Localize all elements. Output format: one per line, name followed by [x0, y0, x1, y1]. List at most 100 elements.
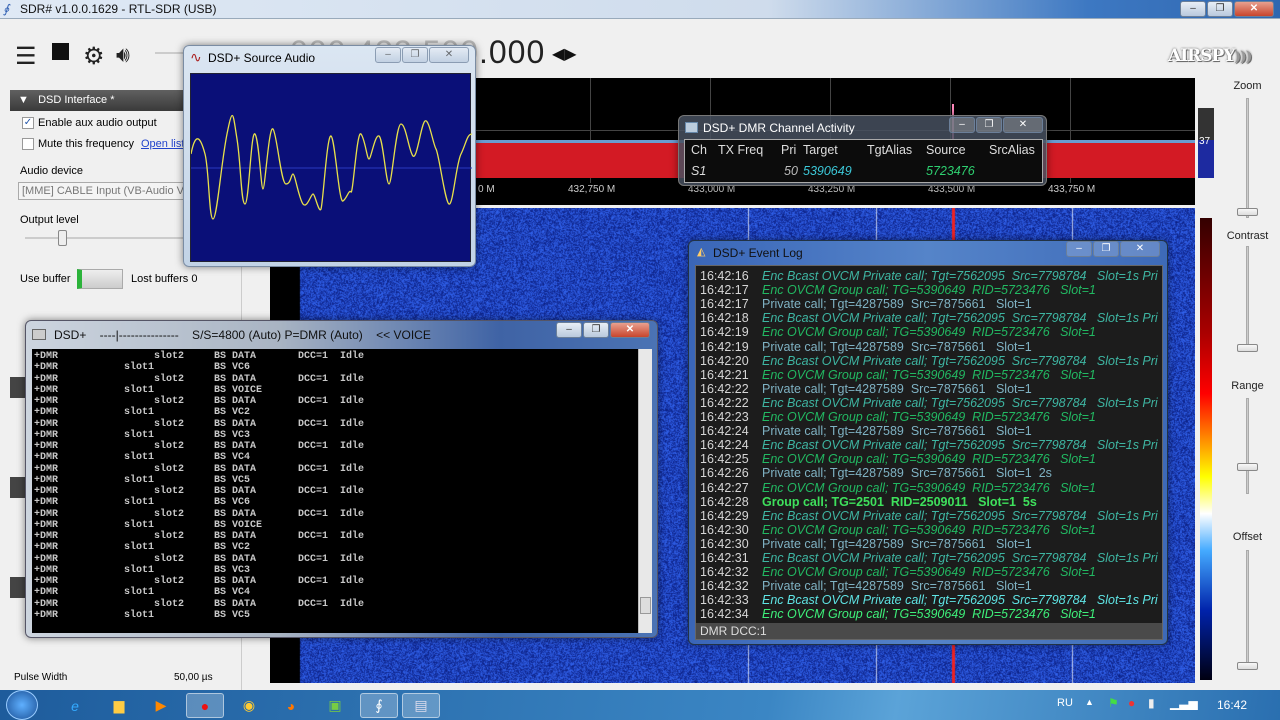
event-time: 16:42:30: [700, 537, 762, 551]
event-message: Enc Bcast OVCM Private call; Tgt=7562095…: [762, 593, 1158, 607]
event-log-row: 16:42:32 Enc OVCM Group call; TG=5390649 …: [700, 565, 1096, 579]
mute-checkbox[interactable]: Mute this frequency: [22, 138, 134, 150]
taskbar-explorer[interactable]: ▆: [100, 693, 138, 718]
lost-buffers-label: Lost buffers 0: [131, 273, 197, 285]
maximize-button[interactable]: ❐: [1207, 1, 1233, 17]
maximize-button[interactable]: ❐: [583, 322, 609, 338]
console-line: +DMR slot1 BS VOICE: [34, 520, 262, 531]
close-button[interactable]: ✕: [1120, 241, 1160, 257]
console-line: +DMR slot2 BS DATA DCC=1 Idle: [34, 374, 364, 385]
event-log-row: 16:42:29 Enc Bcast OVCM Private call; Tgt…: [700, 509, 1158, 523]
signal-level-meter: 37: [1198, 108, 1214, 178]
taskbar-chrome[interactable]: ◉: [230, 693, 268, 718]
event-time: 16:42:23: [700, 410, 762, 424]
event-message: Private call; Tgt=4287589 Src=7875661 Sl…: [762, 424, 1032, 438]
taskbar-notepad[interactable]: ▣: [316, 693, 354, 718]
collapsed-panel-header[interactable]: [10, 377, 25, 398]
enable-aux-checkbox[interactable]: ✓ Enable aux audio output: [22, 117, 157, 129]
maximize-button[interactable]: ❐: [1093, 241, 1119, 257]
console-line: +DMR slot2 BS DATA DCC=1 Idle: [34, 464, 364, 475]
contrast-thumb[interactable]: [1237, 344, 1258, 352]
event-log-row: 16:42:16 Enc Bcast OVCM Private call; Tgt…: [700, 269, 1158, 283]
taskbar-clock[interactable]: 16:42: [1217, 698, 1247, 712]
tray-opera-icon[interactable]: ●: [1128, 696, 1135, 710]
event-time: 16:42:26: [700, 466, 762, 480]
taskbar-firefox[interactable]: ◕: [272, 693, 310, 718]
tray-signal-icon[interactable]: ▁▃▅: [1170, 696, 1198, 710]
tray-flag-icon[interactable]: ⚑: [1108, 696, 1119, 710]
output-level-thumb[interactable]: [58, 230, 67, 246]
collapsed-panel-header[interactable]: [10, 477, 25, 498]
event-log-row: 16:42:24 Private call; Tgt=4287589 Src=78…: [700, 424, 1032, 438]
minimize-button[interactable]: ‒: [375, 47, 401, 63]
taskbar-dsdplus[interactable]: ▤: [402, 693, 440, 718]
checkbox-icon[interactable]: [22, 138, 34, 150]
offset-thumb[interactable]: [1237, 662, 1258, 670]
close-button[interactable]: ✕: [429, 47, 469, 63]
scroll-thumb[interactable]: [640, 597, 651, 614]
stop-icon[interactable]: [52, 43, 69, 60]
range-slider[interactable]: [1246, 398, 1249, 494]
speaker-icon[interactable]: 🔊︎: [116, 42, 130, 68]
event-message: Private call; Tgt=4287589 Src=7875661 Sl…: [762, 297, 1032, 311]
event-message: Enc OVCM Group call; TG=5390649 RID=5723…: [762, 410, 1096, 424]
event-message: Enc OVCM Group call; TG=5390649 RID=5723…: [762, 368, 1096, 382]
event-message: Private call; Tgt=4287589 Src=7875661 Sl…: [762, 382, 1032, 396]
minimize-button[interactable]: ‒: [556, 322, 582, 338]
start-button[interactable]: [6, 690, 38, 720]
zoom-thumb[interactable]: [1237, 208, 1258, 216]
use-buffer-toggle[interactable]: [77, 269, 123, 289]
tray-expand-icon[interactable]: ▲: [1085, 697, 1094, 707]
col-header: SrcAlias: [989, 143, 1035, 157]
freq-label: 432,750 M: [568, 184, 615, 195]
minimize-button[interactable]: ‒: [949, 117, 975, 133]
event-log-row: 16:42:19 Enc OVCM Group call; TG=5390649 …: [700, 325, 1096, 339]
source-audio-window[interactable]: ∿ DSD+ Source Audio ‒ ❐ ✕: [183, 45, 476, 267]
event-log-window[interactable]: ◭ DSD+ Event Log ‒ ❐ ✕ 16:42:34 Enc OVCM Gr…: [688, 240, 1168, 645]
minimize-button[interactable]: ‒: [1066, 241, 1092, 257]
event-log-row: 16:42:24 Enc Bcast OVCM Private call; Tgt…: [700, 438, 1158, 452]
collapsed-panel-header[interactable]: [10, 577, 25, 598]
gear-icon[interactable]: ⚙: [83, 42, 105, 71]
dsd-interface-title: DSD Interface *: [38, 94, 114, 106]
taskbar-media-player[interactable]: ▶: [142, 693, 180, 718]
event-time: 16:42:24: [700, 424, 762, 438]
window-title: SDR# v1.0.0.1629 - RTL-SDR (USB): [20, 2, 217, 16]
close-button[interactable]: ✕: [1003, 117, 1043, 133]
event-message: Enc Bcast OVCM Private call; Tgt=7562095…: [762, 438, 1158, 452]
offset-slider[interactable]: [1246, 550, 1249, 668]
console-scrollbar[interactable]: [638, 349, 652, 633]
event-log-row: 16:42:30 Private call; Tgt=4287589 Src=78…: [700, 537, 1032, 551]
hamburger-icon[interactable]: ☰: [15, 42, 37, 71]
event-message: Enc Bcast OVCM Private call; Tgt=7562095…: [762, 311, 1158, 325]
dsd-console-window[interactable]: DSD+ ----|--------------- S/S=4800 (Auto…: [25, 320, 658, 638]
event-time: 16:42:17: [700, 297, 762, 311]
volume-slider[interactable]: [155, 52, 185, 54]
checkbox-checked-icon[interactable]: ✓: [22, 117, 34, 129]
console-line: +DMR slot1 BS VC4: [34, 452, 250, 463]
contrast-slider[interactable]: [1246, 246, 1249, 346]
close-button[interactable]: ✕: [610, 322, 650, 338]
maximize-button[interactable]: ❐: [976, 117, 1002, 133]
minimize-button[interactable]: ‒: [1180, 1, 1206, 17]
language-indicator[interactable]: RU: [1057, 697, 1073, 709]
source-cell: 5723476: [926, 164, 975, 178]
zoom-slider[interactable]: [1246, 98, 1249, 218]
tune-arrows-icon[interactable]: ◀▶: [552, 44, 577, 64]
maximize-button[interactable]: ❐: [402, 47, 428, 63]
close-button[interactable]: ✕: [1234, 1, 1274, 17]
event-log-row: 16:42:22 Private call; Tgt=4287589 Src=78…: [700, 382, 1032, 396]
event-log-row: 16:42:22 Enc Bcast OVCM Private call; Tgt…: [700, 396, 1158, 410]
taskbar-ie[interactable]: e: [56, 693, 94, 718]
console-line: +DMR slot2 BS DATA DCC=1 Idle: [34, 486, 364, 497]
range-thumb[interactable]: [1237, 463, 1258, 471]
event-log-row: 16:42:31 Enc Bcast OVCM Private call; Tgt…: [700, 551, 1158, 565]
taskbar-opera[interactable]: ●: [186, 693, 224, 718]
dmr-channel-activity-window[interactable]: DSD+ DMR Channel Activity ‒ ❐ ✕ Ch TX Freq…: [678, 115, 1047, 186]
taskbar-sdrsharp[interactable]: ∮: [360, 693, 398, 718]
event-log-row: 16:42:26 Private call; Tgt=4287589 Src=78…: [700, 466, 1052, 480]
col-header: Ch: [691, 143, 707, 157]
tray-power-icon[interactable]: ▮: [1148, 696, 1155, 710]
event-message: Enc OVCM Group call; TG=5390649 RID=5723…: [762, 607, 1096, 621]
open-list-link[interactable]: Open list: [141, 138, 184, 150]
